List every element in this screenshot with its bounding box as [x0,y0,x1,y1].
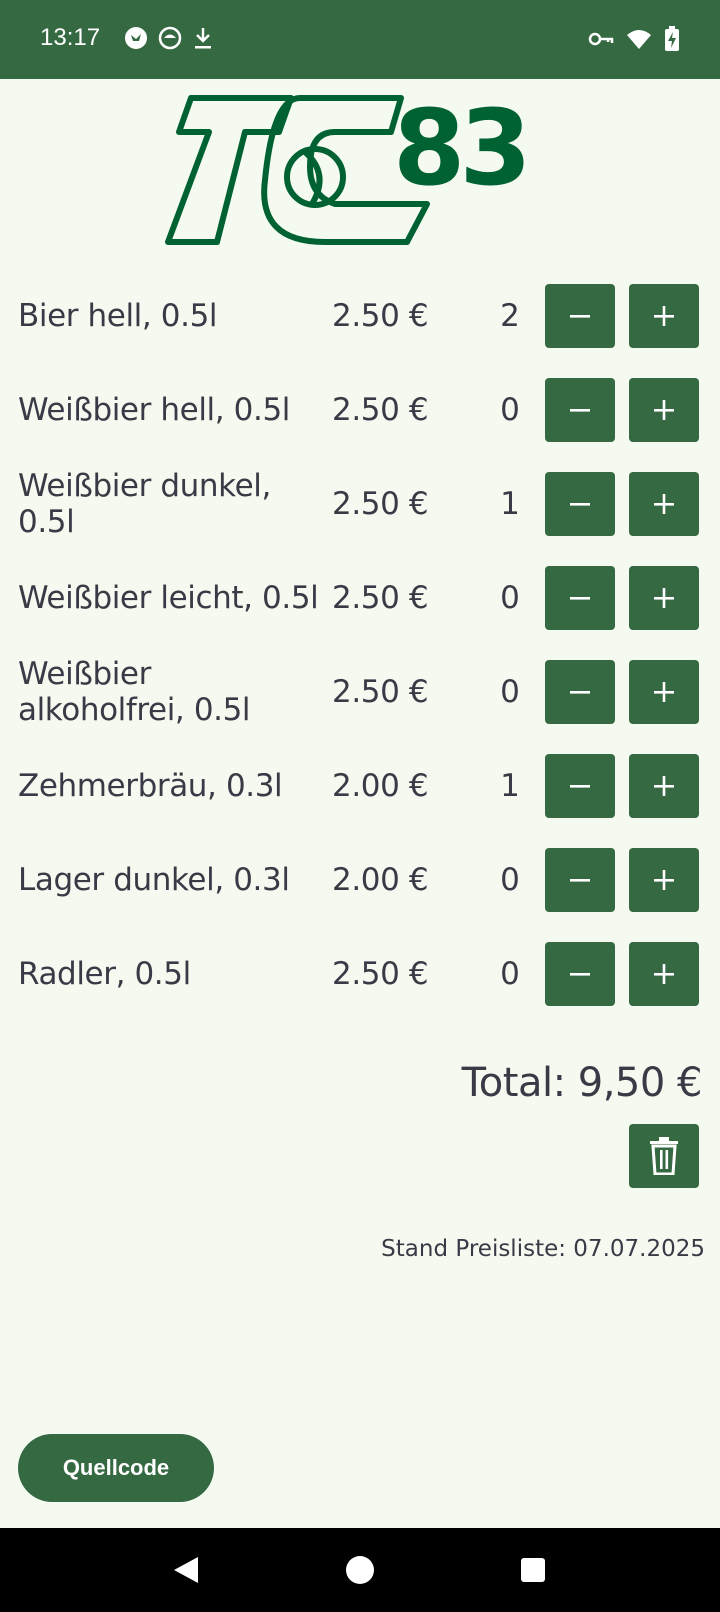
decrement-button[interactable] [545,566,615,630]
decrement-button[interactable] [545,848,615,912]
item-quantity: 1 [500,768,520,804]
navigation-bar [0,1528,720,1612]
item-name: Weißbier dunkel, 0.5l [18,468,271,540]
minus-icon [570,597,590,600]
cat-icon [158,26,182,50]
increment-button[interactable] [629,754,699,818]
increment-button[interactable] [629,378,699,442]
item-name: Weißbier leicht, 0.5l [18,580,319,616]
list-item: Radler, 0.5l 2.50 € 0 [0,942,720,1036]
svg-text:83: 83 [393,94,526,209]
plus-icon [654,776,674,796]
item-price: 2.50 € [332,674,429,710]
decrement-button[interactable] [545,660,615,724]
recents-icon[interactable] [520,1557,546,1587]
vpn-key-icon [588,27,614,51]
increment-button[interactable] [629,848,699,912]
increment-button[interactable] [629,472,699,536]
item-price: 2.50 € [332,298,429,334]
status-bar: 13:17 [0,0,720,79]
minus-icon [570,879,590,882]
total-amount: Total: 9,50 € [461,1060,703,1106]
item-name: Weißbier alkoholfrei, 0.5l [18,656,251,728]
decrement-button[interactable] [545,284,615,348]
source-code-button[interactable]: Quellcode [18,1434,214,1502]
download-icon [192,26,214,50]
plus-icon [654,400,674,420]
trash-icon [650,1137,678,1175]
item-quantity: 0 [500,956,520,992]
item-price: 2.50 € [332,580,429,616]
price-list-date: Stand Preisliste: 07.07.2025 [381,1236,705,1262]
list-item: Zehmerbräu, 0.3l 2.00 € 1 [0,754,720,848]
minus-icon [570,315,590,318]
decrement-button[interactable] [545,754,615,818]
item-name: Bier hell, 0.5l [18,298,218,334]
item-price: 2.50 € [332,486,429,522]
item-quantity: 0 [500,392,520,428]
item-price: 2.00 € [332,768,429,804]
plus-icon [654,588,674,608]
decrement-button[interactable] [545,378,615,442]
plus-icon [654,964,674,984]
plus-icon [654,494,674,514]
minus-icon [570,409,590,412]
minus-icon [570,691,590,694]
item-quantity: 0 [500,580,520,616]
plus-icon [654,682,674,702]
item-price: 2.50 € [332,392,429,428]
item-quantity: 1 [500,486,520,522]
minus-icon [570,973,590,976]
home-icon[interactable] [345,1555,375,1589]
club-logo: 83 [165,87,555,254]
plus-icon [654,870,674,890]
increment-button[interactable] [629,942,699,1006]
list-item: Lager dunkel, 0.3l 2.00 € 0 [0,848,720,942]
back-icon[interactable] [172,1555,200,1589]
minus-icon [570,503,590,506]
item-quantity: 2 [500,298,520,334]
plus-icon [654,306,674,326]
item-name: Weißbier hell, 0.5l [18,392,290,428]
increment-button[interactable] [629,284,699,348]
item-quantity: 0 [500,862,520,898]
list-item: Weißbier leicht, 0.5l 2.50 € 0 [0,566,720,660]
list-item: Weißbier alkoholfrei, 0.5l 2.50 € 0 [0,656,720,754]
list-item: Weißbier dunkel, 0.5l 2.50 € 1 [0,468,720,566]
item-name: Radler, 0.5l [18,956,191,992]
item-name: Zehmerbräu, 0.3l [18,768,283,804]
increment-button[interactable] [629,660,699,724]
bird-icon [124,26,148,50]
increment-button[interactable] [629,566,699,630]
list-item: Weißbier hell, 0.5l 2.50 € 0 [0,378,720,472]
wifi-icon [626,28,652,50]
list-item: Bier hell, 0.5l 2.50 € 2 [0,284,720,378]
item-quantity: 0 [500,674,520,710]
decrement-button[interactable] [545,942,615,1006]
item-name: Lager dunkel, 0.3l [18,862,290,898]
decrement-button[interactable] [545,472,615,536]
minus-icon [570,785,590,788]
battery-charging-icon [664,26,680,52]
item-price: 2.50 € [332,956,429,992]
clear-button[interactable] [629,1124,699,1188]
status-time: 13:17 [40,24,101,51]
item-price: 2.00 € [332,862,429,898]
drink-list: Bier hell, 0.5l 2.50 € 2 Weißbier hell, … [0,284,720,1036]
